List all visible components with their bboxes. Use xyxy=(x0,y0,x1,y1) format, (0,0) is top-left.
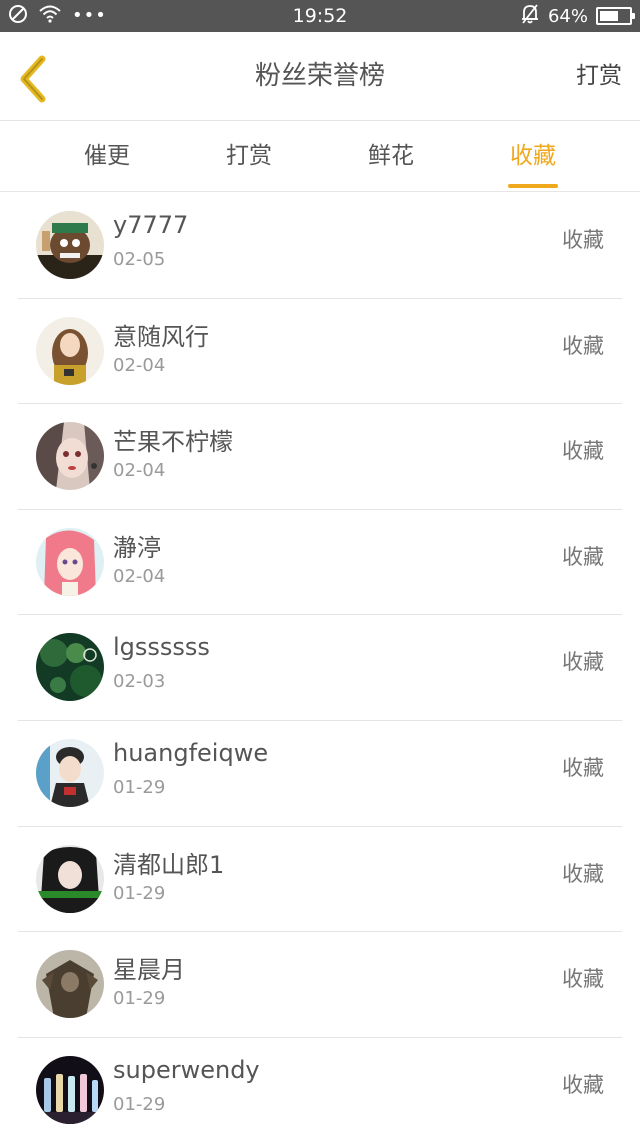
tab-flowers[interactable]: 鲜花 xyxy=(331,122,451,192)
fan-list: y7777 02-05 收藏 意随风行 02-04 收藏 芒果不柠檬 02-04… xyxy=(0,193,640,1138)
entry-action: 收藏 xyxy=(562,228,604,252)
tab-favorites[interactable]: 收藏 xyxy=(473,122,593,192)
chevron-left-icon xyxy=(20,55,46,103)
list-item[interactable]: 瀞渟 02-04 收藏 xyxy=(0,510,640,616)
entry-date: 02-05 xyxy=(113,249,166,270)
battery-percent: 64% xyxy=(547,5,588,27)
page-title: 粉丝荣誉榜 xyxy=(254,61,385,91)
tab-label: 鲜花 xyxy=(368,143,414,169)
tab-label: 收藏 xyxy=(510,143,556,169)
entry-action: 收藏 xyxy=(562,544,604,569)
user-name: superwendy xyxy=(113,1055,260,1084)
avatar xyxy=(36,316,104,385)
entry-action: 收藏 xyxy=(562,861,604,886)
tab-urge[interactable]: 催更 xyxy=(47,122,167,192)
avatar xyxy=(36,211,104,279)
list-item[interactable]: lgssssss 02-03 收藏 xyxy=(0,615,640,721)
user-name: 意随风行 xyxy=(113,322,209,351)
user-name: 星晨月 xyxy=(113,956,185,985)
avatar xyxy=(36,422,104,491)
bell-off-icon xyxy=(520,3,540,30)
reward-button[interactable]: 打赏 xyxy=(576,32,622,121)
avatar xyxy=(36,950,104,1019)
list-item[interactable]: 芒果不柠檬 02-04 收藏 xyxy=(0,404,640,510)
list-item[interactable]: 星晨月 01-29 收藏 xyxy=(0,932,640,1038)
entry-date: 02-04 xyxy=(113,460,166,482)
list-item[interactable]: huangfeiqwe 01-29 收藏 xyxy=(0,721,640,827)
entry-action: 收藏 xyxy=(562,439,604,464)
tab-label: 催更 xyxy=(84,143,130,169)
entry-action: 收藏 xyxy=(562,967,604,992)
tab-label: 打赏 xyxy=(226,143,272,169)
user-name: huangfeiqwe xyxy=(113,738,269,767)
entry-date: 01-29 xyxy=(113,988,166,1010)
user-name: 芒果不柠檬 xyxy=(113,428,233,457)
list-item[interactable]: 清都山郎1 01-29 收藏 xyxy=(0,827,640,933)
status-right-icons: 64% xyxy=(520,0,635,32)
user-name: 清都山郎1 xyxy=(113,850,225,879)
avatar xyxy=(36,527,104,596)
list-item[interactable]: 意随风行 02-04 收藏 xyxy=(0,299,640,405)
entry-action: 收藏 xyxy=(562,755,604,780)
user-name: 瀞渟 xyxy=(113,533,161,562)
battery-fill xyxy=(600,11,618,21)
entry-date: 01-29 xyxy=(113,882,166,904)
entry-date: 02-04 xyxy=(113,565,166,587)
battery-icon xyxy=(596,7,635,25)
entry-action: 收藏 xyxy=(562,650,604,675)
entry-date: 02-04 xyxy=(113,354,166,376)
user-name: y7777 xyxy=(113,211,189,239)
nav-bar: 粉丝荣誉榜 打赏 xyxy=(0,32,640,121)
tab-active-underline xyxy=(508,184,558,188)
entry-action: 收藏 xyxy=(562,333,604,358)
entry-action: 收藏 xyxy=(562,1072,604,1097)
list-item[interactable]: superwendy 01-29 收藏 xyxy=(0,1038,640,1138)
user-name: lgssssss xyxy=(113,633,210,662)
entry-date: 02-03 xyxy=(113,671,166,693)
back-button[interactable] xyxy=(12,54,56,104)
status-bar: ••• 19:52 64% xyxy=(0,0,640,32)
avatar xyxy=(36,738,104,807)
tab-reward[interactable]: 打赏 xyxy=(189,122,309,192)
avatar xyxy=(36,633,104,702)
entry-date: 01-29 xyxy=(113,1093,166,1115)
avatar xyxy=(36,1055,104,1124)
list-item[interactable]: y7777 02-05 收藏 xyxy=(0,193,640,299)
avatar xyxy=(36,844,104,913)
tab-bar: 催更 打赏 鲜花 收藏 xyxy=(0,122,640,192)
entry-date: 01-29 xyxy=(113,776,166,798)
